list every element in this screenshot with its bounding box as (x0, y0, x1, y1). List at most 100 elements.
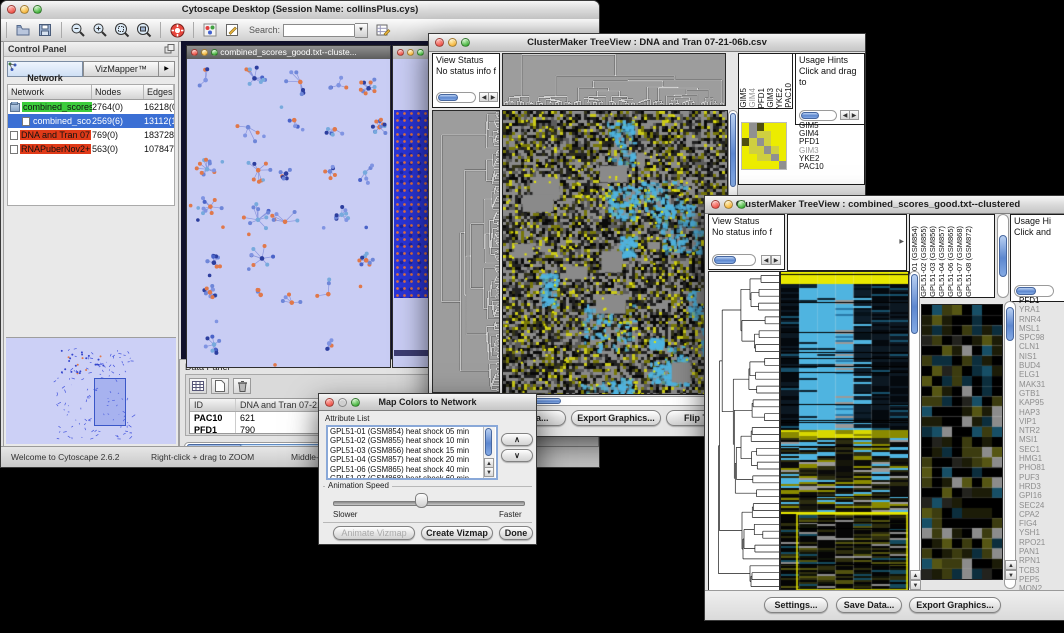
zoom-in-icon[interactable] (91, 21, 109, 39)
gene-label[interactable]: RPO21 (1019, 538, 1045, 547)
network-row[interactable]: RNAPuberNov2+ 563(0) 107847(0) (8, 142, 174, 156)
gene-label[interactable]: PUF3 (1019, 473, 1045, 482)
status-scrollbar[interactable] (712, 254, 756, 266)
zoom-vscrollbar[interactable]: ▲ ▼ (1004, 301, 1016, 589)
status-scrollbar[interactable] (436, 92, 476, 103)
scroll-right-button[interactable]: ▶ (488, 92, 498, 102)
zoom-button[interactable] (211, 49, 218, 56)
row-dendrogram[interactable] (708, 271, 780, 591)
gene-label[interactable]: MAK31 (1019, 380, 1045, 389)
scroll-up-button[interactable]: ▲ (1005, 560, 1017, 570)
move-down-button[interactable]: ∨ (501, 449, 533, 462)
minimize-button[interactable] (20, 5, 29, 14)
zoom-button[interactable] (351, 398, 360, 407)
gene-label[interactable]: MSI1 (1019, 435, 1045, 444)
minimize-button[interactable] (201, 49, 208, 56)
done-button[interactable]: Done (499, 526, 533, 540)
birdseye-viewport-rect[interactable] (94, 378, 126, 426)
animate-vizmap-button[interactable]: Animate Vizmap (333, 526, 415, 540)
close-button[interactable] (711, 200, 720, 209)
gene-label[interactable]: YRA1 (1019, 305, 1045, 314)
treeview2-titlebar[interactable]: ClusterMaker TreeView : combined_scores_… (705, 196, 1064, 214)
gene-label[interactable]: GPI16 (1019, 491, 1045, 500)
attribute-item[interactable]: GPL51-04 (GSM857) heat shock 20 min (330, 455, 496, 464)
tab-overflow-button[interactable]: ▶ (159, 61, 175, 77)
minimize-button[interactable] (407, 49, 414, 56)
zoom-button[interactable] (33, 5, 42, 14)
gene-label[interactable]: SEC24 (1019, 501, 1045, 510)
zoom-button[interactable] (417, 49, 424, 56)
row-dendrogram[interactable] (432, 110, 500, 393)
gene-label[interactable]: CPA2 (1019, 510, 1045, 519)
gene-label[interactable]: SPC98 (1019, 333, 1045, 342)
new-attribute-icon[interactable] (211, 378, 229, 394)
gene-label[interactable]: SEC1 (1019, 445, 1045, 454)
export-graphics-button[interactable]: Export Graphics... (909, 597, 1001, 613)
export-graphics-button[interactable]: Export Graphics... (571, 410, 661, 426)
move-up-button[interactable]: ∧ (501, 433, 533, 446)
close-button[interactable] (435, 38, 444, 47)
gene-label[interactable]: PFD1 (1019, 296, 1045, 305)
attribute-item[interactable]: GPL51-01 (GSM854) heat shock 05 min (330, 427, 496, 436)
close-button[interactable] (325, 398, 334, 407)
float-panel-icon[interactable] (164, 44, 175, 54)
minimize-button[interactable] (448, 38, 457, 47)
gene-label[interactable]: HAP3 (1019, 408, 1045, 417)
expand-arrow-icon[interactable]: ▶ (899, 237, 904, 248)
create-vizmap-button[interactable]: Create Vizmap (421, 526, 493, 540)
zoom-selected-icon[interactable] (113, 21, 131, 39)
close-button[interactable] (7, 5, 16, 14)
gene-label[interactable]: CLN1 (1019, 342, 1045, 351)
attribute-editor-icon[interactable] (374, 21, 392, 39)
gene-label[interactable]: RNR4 (1019, 315, 1045, 324)
network-row[interactable]: combined_scores_ 2764(0) 16218(0) (8, 100, 174, 114)
labels-vscrollbar[interactable] (997, 214, 1009, 298)
gene-label[interactable]: HRD3 (1019, 482, 1045, 491)
attribute-list[interactable]: GPL51-01 (GSM854) heat shock 05 min GPL51… (326, 425, 498, 480)
table-mode-icon[interactable] (189, 378, 207, 394)
tab-network[interactable]: Network (7, 61, 83, 77)
settings-button[interactable]: Settings... (764, 597, 828, 613)
main-titlebar[interactable]: Cytoscape Desktop (Session Name: collins… (1, 1, 599, 20)
zoom-button[interactable] (737, 200, 746, 209)
gene-label[interactable]: HMG1 (1019, 454, 1045, 463)
zoom-out-icon[interactable] (69, 21, 87, 39)
treeview1-titlebar[interactable]: ClusterMaker TreeView : DNA and Tran 07-… (429, 34, 865, 52)
gene-label[interactable]: BUD4 (1019, 361, 1045, 370)
birdseye-overview[interactable] (6, 337, 176, 444)
heatmap[interactable] (502, 110, 728, 395)
network-row[interactable]: DNA and Tran 07 769(0) 183728(0) (8, 128, 174, 142)
hints-scrollbar[interactable] (799, 110, 837, 121)
scroll-left-button[interactable]: ◀ (761, 255, 771, 265)
scroll-down-button[interactable]: ▼ (910, 580, 921, 590)
annotation-icon[interactable] (223, 21, 241, 39)
similarity-matrix[interactable] (741, 122, 787, 170)
gene-label[interactable]: FIG4 (1019, 519, 1045, 528)
scroll-up-button[interactable]: ▲ (910, 570, 921, 580)
attribute-list-scrollbar[interactable]: ▲ ▼ (483, 427, 495, 478)
animation-speed-slider[interactable] (333, 501, 525, 506)
gene-label[interactable]: PAN1 (1019, 547, 1045, 556)
attribute-item[interactable]: GPL51-07 (GSM868) heat shock 60 min (330, 474, 496, 480)
network-graph-canvas[interactable] (187, 59, 390, 367)
search-input[interactable] (283, 24, 355, 37)
id-column-header[interactable]: ID (190, 399, 236, 411)
network-frame-titlebar[interactable]: combined_scores_good.txt--cluste... (187, 46, 390, 59)
gene-label[interactable]: PEP5 (1019, 575, 1045, 584)
close-button[interactable] (397, 49, 404, 56)
gene-label[interactable]: MSL1 (1019, 324, 1045, 333)
gene-label[interactable]: YSH1 (1019, 528, 1045, 537)
network-table-header[interactable]: Network Nodes Edges (8, 85, 174, 100)
scroll-right-button[interactable]: ▶ (849, 110, 859, 120)
gene-label[interactable]: PHO81 (1019, 463, 1045, 472)
zoom-heatmap[interactable] (921, 304, 1003, 580)
save-icon[interactable] (36, 21, 54, 39)
scroll-down-button[interactable]: ▼ (484, 467, 494, 477)
attribute-item[interactable]: GPL51-03 (GSM856) heat shock 15 min (330, 446, 496, 455)
search-dropdown-button[interactable]: ▼ (355, 23, 368, 38)
gene-label[interactable]: NIS1 (1019, 352, 1045, 361)
tab-vizmapper[interactable]: VizMapper™ (83, 61, 159, 77)
column-dendrogram[interactable] (502, 53, 726, 106)
scroll-right-button[interactable]: ▶ (771, 255, 781, 265)
gene-label[interactable]: TCB3 (1019, 566, 1045, 575)
